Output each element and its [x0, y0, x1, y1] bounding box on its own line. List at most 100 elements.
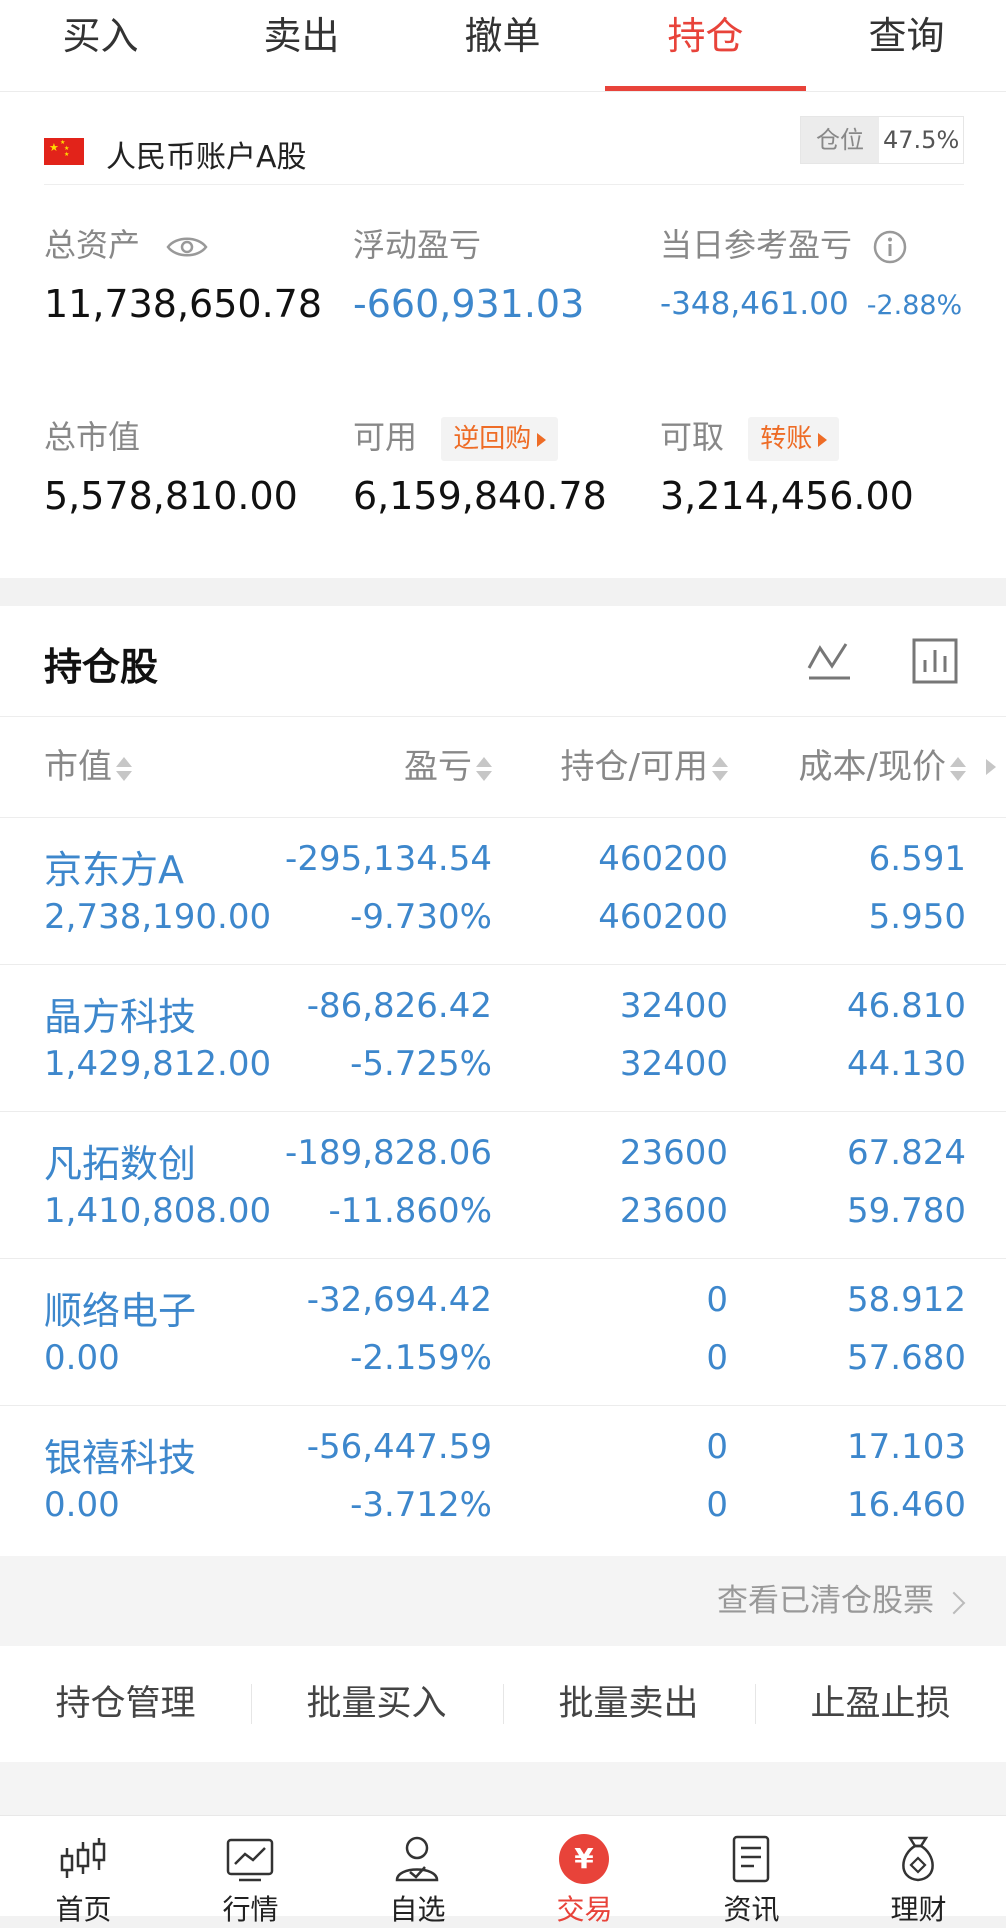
- cleared-stocks-bar: 查看已清仓股票: [0, 1556, 1006, 1646]
- bar-chart-icon[interactable]: [912, 638, 958, 684]
- stock-position: 32400: [619, 986, 728, 1026]
- tab-cancel-order[interactable]: 撤单: [402, 0, 603, 91]
- stock-cost: 58.912: [847, 1280, 966, 1320]
- floating-pl-value: -660,931.03: [353, 282, 585, 326]
- line-chart-icon[interactable]: [806, 638, 852, 684]
- nav-watchlist[interactable]: 自选: [334, 1816, 501, 1926]
- column-cost-price[interactable]: 成本/现价: [799, 717, 966, 817]
- stock-available: 23600: [619, 1191, 728, 1231]
- bottom-nav-bar: 首页 行情 自选 ¥ 交易 资讯 理财: [0, 1815, 1006, 1926]
- sort-icon: [116, 755, 132, 783]
- stock-pl-percent: -5.725%: [350, 1044, 492, 1084]
- take-profit-stop-loss-button[interactable]: 止盈止损: [755, 1646, 1006, 1762]
- nav-label: 自选: [389, 1893, 446, 1926]
- position-ratio-value: 47.5%: [883, 126, 960, 154]
- nav-wealth[interactable]: 理财: [835, 1816, 1002, 1926]
- stock-market-value: 2,738,190.00: [44, 897, 272, 937]
- top-tab-bar: 买入 卖出 撤单 持仓 查询: [0, 0, 1006, 92]
- stock-pl: -189,828.06: [285, 1133, 492, 1173]
- total-assets: 总资产 11,738,650.78: [44, 222, 322, 326]
- position-management-button[interactable]: 持仓管理: [0, 1646, 251, 1762]
- account-row[interactable]: ★ ★ ★ ★ 人民币账户A股 仓位 47.5%: [44, 114, 964, 185]
- daily-pl-percent: -2.88%: [866, 290, 963, 321]
- stock-pl: -32,694.42: [306, 1280, 492, 1320]
- sort-icon: [712, 755, 728, 783]
- stock-market-value: 0.00: [44, 1338, 120, 1378]
- floating-pl-label: 浮动盈亏: [353, 226, 482, 264]
- stock-price: 16.460: [847, 1485, 966, 1525]
- eye-icon[interactable]: [166, 234, 208, 260]
- transfer-button[interactable]: 转账: [748, 417, 840, 461]
- total-assets-value: 11,738,650.78: [44, 282, 323, 326]
- table-row[interactable]: 京东方A 2,738,190.00 -295,134.54 -9.730% 46…: [0, 817, 1006, 965]
- account-name: 人民币账户A股: [106, 140, 307, 175]
- stock-pl-percent: -3.712%: [350, 1485, 492, 1525]
- daily-pl-label: 当日参考盈亏: [660, 226, 853, 264]
- market-value-label: 总市值: [44, 418, 141, 456]
- table-row[interactable]: 凡拓数创 1,410,808.00 -189,828.06 -11.860% 2…: [0, 1111, 1006, 1259]
- reverse-repo-button[interactable]: 逆回购: [441, 417, 559, 461]
- candlestick-icon: [60, 1838, 106, 1878]
- available-value: 6,159,840.78: [353, 474, 607, 518]
- column-position-available[interactable]: 持仓/可用: [561, 717, 728, 817]
- stock-name: 凡拓数创: [44, 1142, 197, 1186]
- batch-buy-button[interactable]: 批量买入: [251, 1646, 502, 1762]
- nav-trade[interactable]: ¥ 交易: [501, 1816, 668, 1926]
- table-row[interactable]: 银禧科技 0.00 -56,447.59 -3.712% 0 0 17.103 …: [0, 1405, 1006, 1552]
- tab-buy[interactable]: 买入: [0, 0, 201, 91]
- stock-pl: -86,826.42: [306, 986, 492, 1026]
- nav-label: 行情: [222, 1893, 279, 1926]
- withdrawable-label: 可取: [660, 418, 725, 456]
- tab-sell[interactable]: 卖出: [201, 0, 402, 91]
- column-market-value[interactable]: 市值: [44, 717, 132, 817]
- stock-position: 460200: [598, 839, 728, 879]
- scroll-right-icon[interactable]: [986, 759, 996, 775]
- daily-pl-value: -348,461.00: [660, 286, 849, 322]
- nav-label: 资讯: [723, 1893, 780, 1926]
- tab-positions[interactable]: 持仓: [605, 0, 806, 91]
- stock-name: 晶方科技: [44, 995, 197, 1039]
- holdings-title: 持仓股: [44, 645, 159, 689]
- table-row[interactable]: 晶方科技 1,429,812.00 -86,826.42 -5.725% 324…: [0, 964, 1006, 1112]
- daily-pl: 当日参考盈亏 -348,461.00 -2.88%: [660, 222, 962, 322]
- yen-icon: ¥: [559, 1834, 609, 1884]
- account-summary: ★ ★ ★ ★ 人民币账户A股 仓位 47.5% 总资产 11,738,650.78 …: [0, 92, 1006, 578]
- money-bag-icon: [902, 1836, 934, 1882]
- nav-market[interactable]: 行情: [167, 1816, 334, 1926]
- nav-label: 交易: [556, 1893, 613, 1926]
- nav-label: 理财: [890, 1893, 947, 1926]
- tab-query[interactable]: 查询: [806, 0, 1006, 91]
- withdrawable-value: 3,214,456.00: [660, 474, 914, 518]
- floating-pl: 浮动盈亏 -660,931.03: [353, 222, 584, 326]
- stock-market-value: 1,410,808.00: [44, 1191, 272, 1231]
- stock-price: 57.680: [847, 1338, 966, 1378]
- view-cleared-stocks-link[interactable]: 查看已清仓股票: [717, 1556, 966, 1646]
- stock-name: 顺络电子: [44, 1289, 197, 1333]
- china-flag-icon: ★ ★ ★ ★: [44, 138, 84, 165]
- column-pl[interactable]: 盈亏: [404, 717, 492, 817]
- nav-home[interactable]: 首页: [0, 1816, 167, 1926]
- stock-position: 0: [706, 1280, 728, 1320]
- stock-pl: -56,447.59: [306, 1427, 492, 1467]
- info-icon[interactable]: [872, 229, 908, 265]
- batch-sell-button[interactable]: 批量卖出: [503, 1646, 754, 1762]
- stock-price: 44.130: [847, 1044, 966, 1084]
- stock-market-value: 1,429,812.00: [44, 1044, 272, 1084]
- user-check-icon: [395, 1836, 439, 1882]
- holding-actions-bar: 持仓管理 批量买入 批量卖出 止盈止损: [0, 1646, 1006, 1762]
- table-row[interactable]: 顺络电子 0.00 -32,694.42 -2.159% 0 0 58.912 …: [0, 1258, 1006, 1406]
- market-value-value: 5,578,810.00: [44, 474, 298, 518]
- stock-price: 59.780: [847, 1191, 966, 1231]
- available-label: 可用: [353, 418, 418, 456]
- holdings-section: 持仓股 市值 盈亏 持仓/可用 成本/现价 京东方A 2,738,190.00 …: [0, 606, 1006, 1556]
- stock-name: 京东方A: [44, 848, 184, 892]
- stock-cost: 17.103: [847, 1427, 966, 1467]
- stock-cost: 67.824: [847, 1133, 966, 1173]
- withdrawable-funds: 可取 转账 3,214,456.00: [660, 414, 914, 518]
- market-value: 总市值 5,578,810.00: [44, 414, 298, 518]
- nav-news[interactable]: 资讯: [668, 1816, 835, 1926]
- holdings-table-header: 市值 盈亏 持仓/可用 成本/现价: [0, 716, 1006, 818]
- chevron-right-icon: [942, 1591, 966, 1614]
- available-funds: 可用 逆回购 6,159,840.78: [353, 414, 607, 518]
- document-icon: [732, 1835, 770, 1883]
